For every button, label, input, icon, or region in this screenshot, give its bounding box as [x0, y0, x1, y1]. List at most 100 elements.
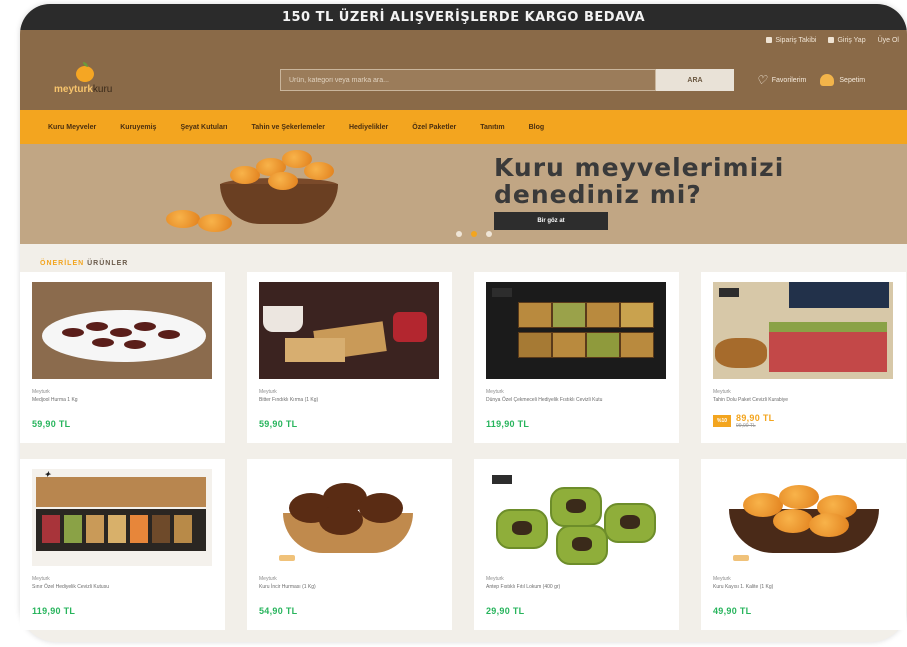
- product-image[interactable]: [486, 282, 666, 379]
- register-link[interactable]: Üye Ol: [878, 37, 899, 44]
- product-brand: Meyturk: [259, 576, 277, 582]
- login-link[interactable]: Giriş Yap: [828, 37, 866, 44]
- product-brand: Meyturk: [713, 576, 731, 582]
- cart-link[interactable]: Sepetim: [820, 74, 865, 86]
- product-card[interactable]: Meyturk Antep Fıstıklı Fıtıl Lokum (400 …: [474, 459, 679, 630]
- apricot: [304, 162, 334, 180]
- product-badge: [719, 288, 739, 297]
- date-fruit: [124, 340, 146, 349]
- brand-watermark: [733, 555, 749, 561]
- chocolate-piece: [285, 338, 345, 362]
- product-image[interactable]: ✦: [32, 469, 212, 566]
- apricot: [166, 210, 200, 228]
- search-input[interactable]: [280, 69, 656, 91]
- product-brand: Meyturk: [486, 389, 504, 395]
- date-fruit: [158, 330, 180, 339]
- lokum-piece: [496, 509, 548, 549]
- nav-item-kuru-meyveler[interactable]: Kuru Meyveler: [48, 124, 96, 131]
- product-card[interactable]: Meyturk Bitter Fındıklı Kırma (1 Kg) 59,…: [247, 272, 452, 443]
- dried-apricot: [779, 485, 819, 509]
- product-card[interactable]: Meyturk Tahin Dolu Paket Cevizli Kurabiy…: [701, 272, 906, 443]
- product-name[interactable]: Kuru İncir Hurması (1 Kg): [259, 584, 440, 600]
- product-card[interactable]: ✦ Meyturk Sınır Özel Hediyelik Cevizli K…: [20, 459, 225, 630]
- cup: [263, 306, 303, 332]
- dried-apricot: [773, 509, 813, 533]
- product-card[interactable]: Meyturk Kuru İncir Hurması (1 Kg) 54,90 …: [247, 459, 452, 630]
- product-card[interactable]: Meyturk Dünya Özel Çekmeceli Hediyelik F…: [474, 272, 679, 443]
- nav-item-ozel-paketler[interactable]: Özel Paketler: [412, 124, 456, 131]
- product-image[interactable]: [32, 282, 212, 379]
- order-tracking-link[interactable]: Sipariş Takibi: [766, 37, 816, 44]
- date-fruit: [62, 328, 84, 337]
- gift-box-label: ✦: [44, 469, 51, 479]
- logo-text: meyturkkuru: [54, 83, 113, 95]
- dried-fig: [319, 505, 363, 535]
- dried-fig: [359, 493, 403, 523]
- site-header: meyturkkuru ARA ♡Favorilerim Sepetim: [20, 50, 907, 110]
- heart-icon: ♡: [756, 73, 767, 87]
- top-links-bar: Sipariş Takibi Giriş Yap Üye Ol: [20, 30, 907, 50]
- product-badge: [492, 288, 512, 297]
- category-nav: Kuru Meyveler Kuruyemiş Şeyat Kutuları T…: [20, 110, 907, 144]
- nav-item-hediyelikler[interactable]: Hediyelikler: [349, 124, 388, 131]
- product-badge: [492, 475, 512, 484]
- truck-icon: [766, 37, 773, 43]
- slider-dot-active[interactable]: [471, 231, 477, 237]
- date-fruit: [86, 322, 108, 331]
- nav-item-seyat-kutulari[interactable]: Şeyat Kutuları: [180, 124, 227, 131]
- product-name[interactable]: Kuru Kayısı 1. Kalite (1 Kg): [713, 584, 894, 600]
- product-price: 59,90 TL: [32, 419, 71, 429]
- sweet-piece: [130, 515, 148, 543]
- product-name[interactable]: Sınır Özel Hediyelik Cevizli Kutusu: [32, 584, 213, 600]
- hero-cta-button[interactable]: Bir göz at: [494, 212, 608, 230]
- price-row: 54,90 TL: [259, 606, 297, 616]
- site-logo[interactable]: meyturkkuru: [34, 61, 254, 95]
- user-icon: [828, 37, 835, 43]
- slider-dot[interactable]: [456, 231, 462, 237]
- gift-box-lid: [36, 477, 206, 507]
- product-brand: Meyturk: [32, 576, 50, 582]
- hero-title: Kuru meyvelerimizi denediniz mi?: [494, 153, 785, 209]
- product-card[interactable]: Meyturk Medjool Hurma 1 Kg 59,90 TL: [20, 272, 225, 443]
- tray-cell: [518, 302, 552, 328]
- nav-item-kuruyemis[interactable]: Kuruyemiş: [120, 124, 156, 131]
- tray-cell: [620, 302, 654, 328]
- product-name[interactable]: Antep Fıstıklı Fıtıl Lokum (400 gr): [486, 584, 667, 600]
- search-button[interactable]: ARA: [656, 69, 734, 91]
- jam-jar: [393, 312, 427, 342]
- slider-dot[interactable]: [486, 231, 492, 237]
- product-image[interactable]: [713, 469, 893, 566]
- product-grid: Meyturk Medjool Hurma 1 Kg 59,90 TL Meyt…: [20, 272, 906, 630]
- sweet-piece: [42, 515, 60, 543]
- product-image[interactable]: [713, 282, 893, 379]
- nav-item-tanitim[interactable]: Tanıtım: [480, 124, 504, 131]
- product-brand: Meyturk: [259, 389, 277, 395]
- nav-item-tahin[interactable]: Tahin ve Şekerlemeler: [252, 124, 325, 131]
- tray-cell: [552, 332, 586, 358]
- sweet-piece: [64, 515, 82, 543]
- product-price: 89,90 TL: [736, 413, 775, 423]
- favorites-link[interactable]: ♡ Favorilerim: [756, 73, 806, 87]
- product-name[interactable]: Medjool Hurma 1 Kg: [32, 397, 213, 413]
- product-name[interactable]: Tahin Dolu Paket Cevizli Kurabiye: [713, 397, 894, 413]
- product-image[interactable]: [486, 469, 666, 566]
- product-price: 119,90 TL: [486, 419, 530, 429]
- product-name[interactable]: Dünya Özel Çekmeceli Hediyelik Fıstıklı …: [486, 397, 667, 413]
- sweet-piece: [152, 515, 170, 543]
- product-brand: Meyturk: [486, 576, 504, 582]
- product-image[interactable]: [259, 469, 439, 566]
- tray-cell: [620, 332, 654, 358]
- discount-badge: %10: [713, 415, 732, 427]
- nav-item-blog[interactable]: Blog: [529, 124, 545, 131]
- price-row: 119,90 TL: [32, 606, 75, 616]
- section-title: ÖNERİLEN ÜRÜNLER: [40, 260, 129, 267]
- lokum-piece: [604, 503, 656, 543]
- date-fruit: [110, 328, 132, 337]
- date-fruit: [92, 338, 114, 347]
- product-card[interactable]: Meyturk Kuru Kayısı 1. Kalite (1 Kg) 49,…: [701, 459, 906, 630]
- product-name[interactable]: Bitter Fındıklı Kırma (1 Kg): [259, 397, 440, 413]
- product-image[interactable]: [259, 282, 439, 379]
- free-shipping-banner: 150 TL ÜZERİ ALIŞVERİŞLERDE KARGO BEDAVA: [20, 4, 907, 30]
- sweet-piece: [174, 515, 192, 543]
- sweet-piece: [108, 515, 126, 543]
